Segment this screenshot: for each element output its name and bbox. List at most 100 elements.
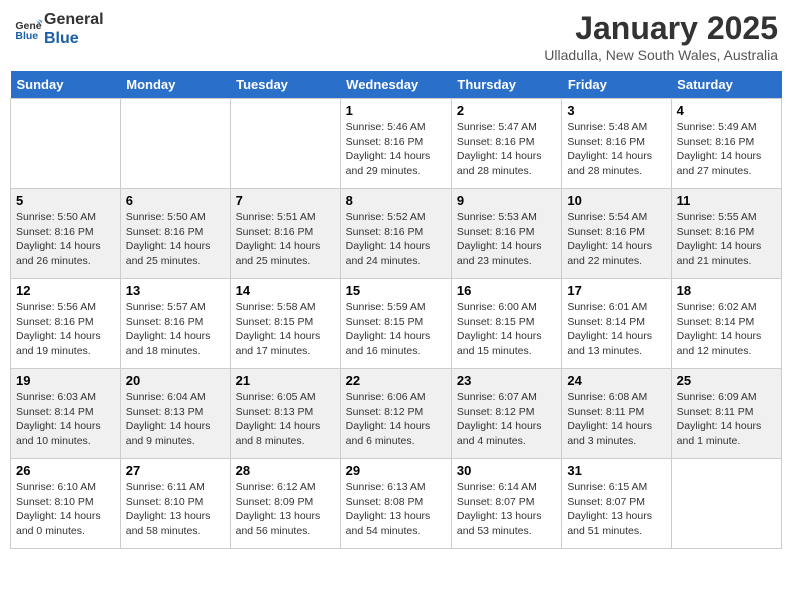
day-number: 4 <box>677 103 776 118</box>
day-info: Sunrise: 6:02 AM Sunset: 8:14 PM Dayligh… <box>677 300 776 359</box>
day-info: Sunrise: 6:05 AM Sunset: 8:13 PM Dayligh… <box>236 390 335 449</box>
day-info: Sunrise: 6:12 AM Sunset: 8:09 PM Dayligh… <box>236 480 335 539</box>
day-number: 26 <box>16 463 115 478</box>
day-number: 24 <box>567 373 665 388</box>
day-info: Sunrise: 6:13 AM Sunset: 8:08 PM Dayligh… <box>346 480 446 539</box>
day-number: 6 <box>126 193 225 208</box>
calendar-cell: 8Sunrise: 5:52 AM Sunset: 8:16 PM Daylig… <box>340 189 451 279</box>
day-number: 21 <box>236 373 335 388</box>
day-info: Sunrise: 6:04 AM Sunset: 8:13 PM Dayligh… <box>126 390 225 449</box>
day-number: 7 <box>236 193 335 208</box>
day-number: 11 <box>677 193 776 208</box>
day-number: 1 <box>346 103 446 118</box>
day-info: Sunrise: 5:53 AM Sunset: 8:16 PM Dayligh… <box>457 210 556 269</box>
svg-text:Blue: Blue <box>15 30 38 42</box>
calendar-cell <box>671 459 781 549</box>
day-info: Sunrise: 5:50 AM Sunset: 8:16 PM Dayligh… <box>126 210 225 269</box>
month-title: January 2025 <box>544 10 778 47</box>
day-number: 12 <box>16 283 115 298</box>
day-number: 20 <box>126 373 225 388</box>
calendar-cell: 9 Sunrise: 5:53 AM Sunset: 8:16 PM Daylig… <box>451 189 561 279</box>
day-number: 29 <box>346 463 446 478</box>
day-number: 9 <box>457 193 556 208</box>
weekday-header-friday: Friday <box>562 71 671 99</box>
day-info: Sunrise: 6:11 AM Sunset: 8:10 PM Dayligh… <box>126 480 225 539</box>
day-number: 5 <box>16 193 115 208</box>
day-info: Sunrise: 5:51 AM Sunset: 8:16 PM Dayligh… <box>236 210 335 269</box>
day-info: Sunrise: 5:49 AM Sunset: 8:16 PM Dayligh… <box>677 120 776 179</box>
calendar-cell: 21 Sunrise: 6:05 AM Sunset: 8:13 PM Dayli… <box>230 369 340 459</box>
day-info: Sunrise: 6:08 AM Sunset: 8:11 PM Dayligh… <box>567 390 665 449</box>
calendar-cell: 1 Sunrise: 5:46 AM Sunset: 8:16 PM Daylig… <box>340 99 451 189</box>
calendar-week-1: 1 Sunrise: 5:46 AM Sunset: 8:16 PM Daylig… <box>11 99 782 189</box>
day-info: Sunrise: 6:14 AM Sunset: 8:07 PM Dayligh… <box>457 480 556 539</box>
calendar-cell: 2 Sunrise: 5:47 AM Sunset: 8:16 PM Daylig… <box>451 99 561 189</box>
calendar-cell: 16 Sunrise: 6:00 AM Sunset: 8:15 PM Dayli… <box>451 279 561 369</box>
day-info: Sunrise: 6:09 AM Sunset: 8:11 PM Dayligh… <box>677 390 776 449</box>
calendar-cell <box>120 99 230 189</box>
calendar-week-3: 12 Sunrise: 5:56 AM Sunset: 8:16 PM Dayli… <box>11 279 782 369</box>
calendar-cell: 24 Sunrise: 6:08 AM Sunset: 8:11 PM Dayli… <box>562 369 671 459</box>
calendar-cell: 22Sunrise: 6:06 AM Sunset: 8:12 PM Dayli… <box>340 369 451 459</box>
logo: General Blue General Blue <box>14 10 104 48</box>
day-info: Sunrise: 6:06 AM Sunset: 8:12 PM Dayligh… <box>346 390 446 449</box>
day-info: Sunrise: 6:00 AM Sunset: 8:15 PM Dayligh… <box>457 300 556 359</box>
day-info: Sunrise: 5:52 AM Sunset: 8:16 PM Dayligh… <box>346 210 446 269</box>
day-number: 27 <box>126 463 225 478</box>
weekday-header-sunday: Sunday <box>11 71 121 99</box>
weekday-header-row: SundayMondayTuesdayWednesdayThursdayFrid… <box>11 71 782 99</box>
day-info: Sunrise: 6:03 AM Sunset: 8:14 PM Dayligh… <box>16 390 115 449</box>
calendar-cell: 12 Sunrise: 5:56 AM Sunset: 8:16 PM Dayli… <box>11 279 121 369</box>
calendar-cell: 5 Sunrise: 5:50 AM Sunset: 8:16 PM Daylig… <box>11 189 121 279</box>
day-info: Sunrise: 5:48 AM Sunset: 8:16 PM Dayligh… <box>567 120 665 179</box>
calendar-cell: 18 Sunrise: 6:02 AM Sunset: 8:14 PM Dayli… <box>671 279 781 369</box>
day-number: 18 <box>677 283 776 298</box>
calendar-cell: 31Sunrise: 6:15 AM Sunset: 8:07 PM Dayli… <box>562 459 671 549</box>
calendar-cell: 17Sunrise: 6:01 AM Sunset: 8:14 PM Dayli… <box>562 279 671 369</box>
calendar-cell: 4 Sunrise: 5:49 AM Sunset: 8:16 PM Daylig… <box>671 99 781 189</box>
calendar-cell: 14Sunrise: 5:58 AM Sunset: 8:15 PM Dayli… <box>230 279 340 369</box>
calendar-cell: 29 Sunrise: 6:13 AM Sunset: 8:08 PM Dayli… <box>340 459 451 549</box>
calendar-cell: 11 Sunrise: 5:55 AM Sunset: 8:16 PM Dayli… <box>671 189 781 279</box>
day-info: Sunrise: 5:54 AM Sunset: 8:16 PM Dayligh… <box>567 210 665 269</box>
weekday-header-tuesday: Tuesday <box>230 71 340 99</box>
calendar-cell: 30Sunrise: 6:14 AM Sunset: 8:07 PM Dayli… <box>451 459 561 549</box>
day-info: Sunrise: 6:15 AM Sunset: 8:07 PM Dayligh… <box>567 480 665 539</box>
day-number: 2 <box>457 103 556 118</box>
calendar-cell <box>230 99 340 189</box>
day-number: 15 <box>346 283 446 298</box>
day-number: 17 <box>567 283 665 298</box>
day-number: 14 <box>236 283 335 298</box>
day-info: Sunrise: 5:55 AM Sunset: 8:16 PM Dayligh… <box>677 210 776 269</box>
day-number: 10 <box>567 193 665 208</box>
calendar-table: SundayMondayTuesdayWednesdayThursdayFrid… <box>10 71 782 549</box>
weekday-header-wednesday: Wednesday <box>340 71 451 99</box>
calendar-cell: 27 Sunrise: 6:11 AM Sunset: 8:10 PM Dayli… <box>120 459 230 549</box>
day-info: Sunrise: 5:57 AM Sunset: 8:16 PM Dayligh… <box>126 300 225 359</box>
calendar-cell: 13 Sunrise: 5:57 AM Sunset: 8:16 PM Dayli… <box>120 279 230 369</box>
weekday-header-saturday: Saturday <box>671 71 781 99</box>
calendar-week-2: 5 Sunrise: 5:50 AM Sunset: 8:16 PM Daylig… <box>11 189 782 279</box>
day-number: 16 <box>457 283 556 298</box>
calendar-cell: 7 Sunrise: 5:51 AM Sunset: 8:16 PM Daylig… <box>230 189 340 279</box>
calendar-cell: 23Sunrise: 6:07 AM Sunset: 8:12 PM Dayli… <box>451 369 561 459</box>
day-number: 13 <box>126 283 225 298</box>
day-info: Sunrise: 5:59 AM Sunset: 8:15 PM Dayligh… <box>346 300 446 359</box>
day-info: Sunrise: 5:47 AM Sunset: 8:16 PM Dayligh… <box>457 120 556 179</box>
day-info: Sunrise: 5:50 AM Sunset: 8:16 PM Dayligh… <box>16 210 115 269</box>
calendar-week-4: 19Sunrise: 6:03 AM Sunset: 8:14 PM Dayli… <box>11 369 782 459</box>
day-info: Sunrise: 5:56 AM Sunset: 8:16 PM Dayligh… <box>16 300 115 359</box>
location: Ulladulla, New South Wales, Australia <box>544 47 778 63</box>
calendar-week-5: 26Sunrise: 6:10 AM Sunset: 8:10 PM Dayli… <box>11 459 782 549</box>
calendar-cell: 25Sunrise: 6:09 AM Sunset: 8:11 PM Dayli… <box>671 369 781 459</box>
calendar-cell: 26Sunrise: 6:10 AM Sunset: 8:10 PM Dayli… <box>11 459 121 549</box>
page-header: General Blue General Blue January 2025 U… <box>10 10 782 63</box>
day-number: 28 <box>236 463 335 478</box>
calendar-cell <box>11 99 121 189</box>
day-number: 23 <box>457 373 556 388</box>
day-number: 3 <box>567 103 665 118</box>
day-info: Sunrise: 5:46 AM Sunset: 8:16 PM Dayligh… <box>346 120 446 179</box>
weekday-header-monday: Monday <box>120 71 230 99</box>
calendar-cell: 10 Sunrise: 5:54 AM Sunset: 8:16 PM Dayli… <box>562 189 671 279</box>
weekday-header-thursday: Thursday <box>451 71 561 99</box>
